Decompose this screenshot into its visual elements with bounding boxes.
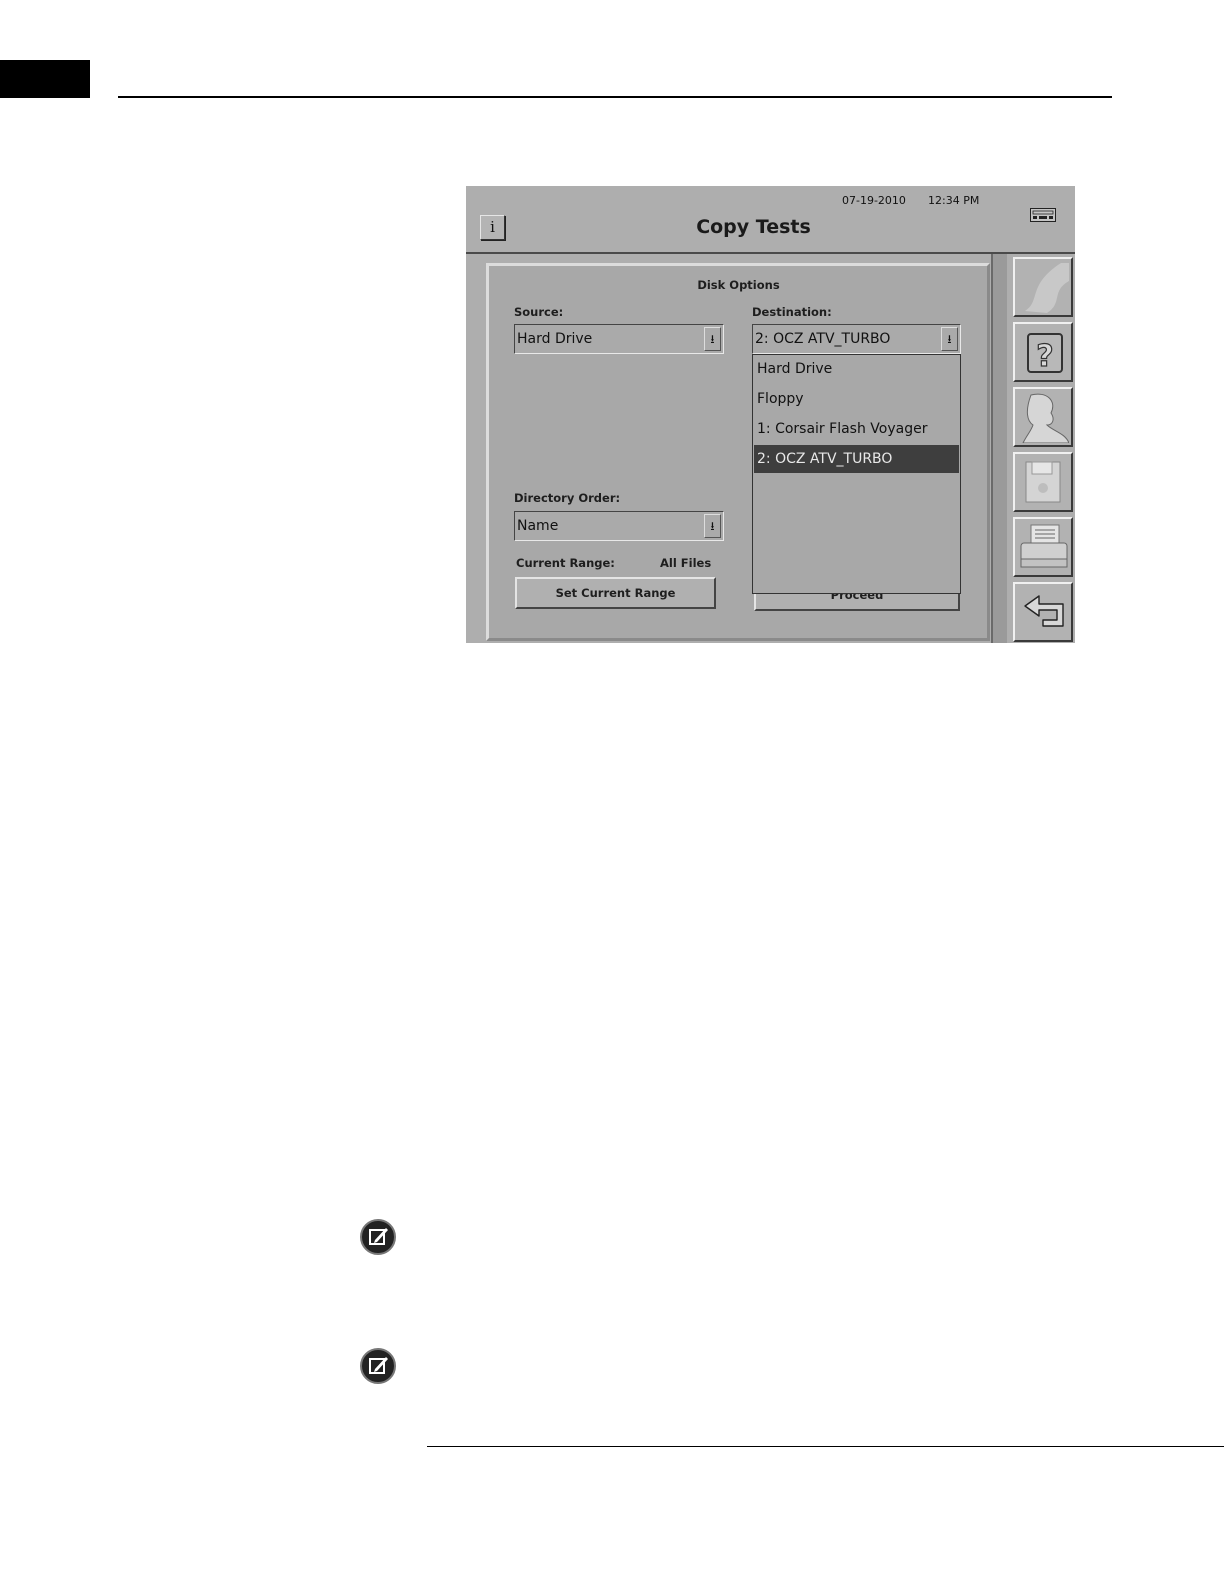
dropdown-arrow-icon[interactable]: ⭳ (941, 327, 958, 351)
return-arrow-icon (1024, 595, 1064, 627)
side-button-print[interactable] (1013, 517, 1073, 577)
page-tab-marker (0, 60, 90, 98)
panel-divider (991, 254, 1007, 643)
dropdown-option[interactable]: Hard Drive (754, 355, 959, 383)
current-range-value: All Files (660, 556, 712, 570)
dropdown-option[interactable]: 1: Corsair Flash Voyager (754, 415, 959, 443)
directory-order-select[interactable]: Name ⭳ (514, 511, 724, 541)
note-icon (360, 1219, 396, 1255)
side-button-help[interactable]: ? (1013, 322, 1073, 382)
printer-icon (1020, 524, 1068, 568)
directory-order-value: Name (517, 518, 559, 534)
dropdown-option-selected[interactable]: 2: OCZ ATV_TURBO (754, 445, 959, 473)
destination-select[interactable]: 2: OCZ ATV_TURBO ⭳ (752, 324, 961, 354)
directory-order-label: Directory Order: (514, 491, 621, 505)
patient-profile-icon (1022, 393, 1069, 443)
svg-text:?: ? (1036, 339, 1053, 374)
time-display: 12:34 PM (928, 194, 980, 207)
current-range-label: Current Range: (516, 556, 615, 570)
dropdown-arrow-icon[interactable]: ⭳ (704, 514, 721, 538)
source-select[interactable]: Hard Drive ⭳ (514, 324, 724, 354)
title-bar: i 07-19-2010 12:34 PM Copy Tests (466, 186, 1075, 254)
destination-value: 2: OCZ ATV_TURBO (755, 331, 891, 347)
header-rule (118, 96, 1112, 98)
source-value: Hard Drive (517, 331, 593, 347)
window-title: Copy Tests (696, 216, 811, 238)
note-icon (360, 1348, 396, 1384)
set-current-range-button[interactable]: Set Current Range (515, 577, 716, 609)
source-label: Source: (514, 305, 564, 319)
destination-label: Destination: (752, 305, 832, 319)
side-button-save[interactable] (1013, 452, 1073, 512)
side-button-patient[interactable] (1013, 387, 1073, 447)
side-button-blank[interactable] (1013, 257, 1073, 317)
blank-swoosh-icon (1025, 263, 1069, 313)
dropdown-arrow-icon[interactable]: ⭳ (704, 327, 721, 351)
keyboard-icon[interactable] (1030, 208, 1056, 222)
copy-tests-screen: i 07-19-2010 12:34 PM Copy Tests Disk Op… (466, 186, 1075, 643)
dropdown-option[interactable]: Floppy (754, 385, 959, 413)
side-button-return[interactable] (1013, 582, 1073, 642)
floppy-disk-icon (1025, 461, 1061, 503)
panel-heading: Disk Options (697, 278, 780, 292)
help-icon: ? (1027, 333, 1063, 375)
footer-rule (427, 1446, 1224, 1447)
destination-dropdown-list: Hard Drive Floppy 1: Corsair Flash Voyag… (752, 354, 961, 594)
date-display: 07-19-2010 (842, 194, 906, 207)
